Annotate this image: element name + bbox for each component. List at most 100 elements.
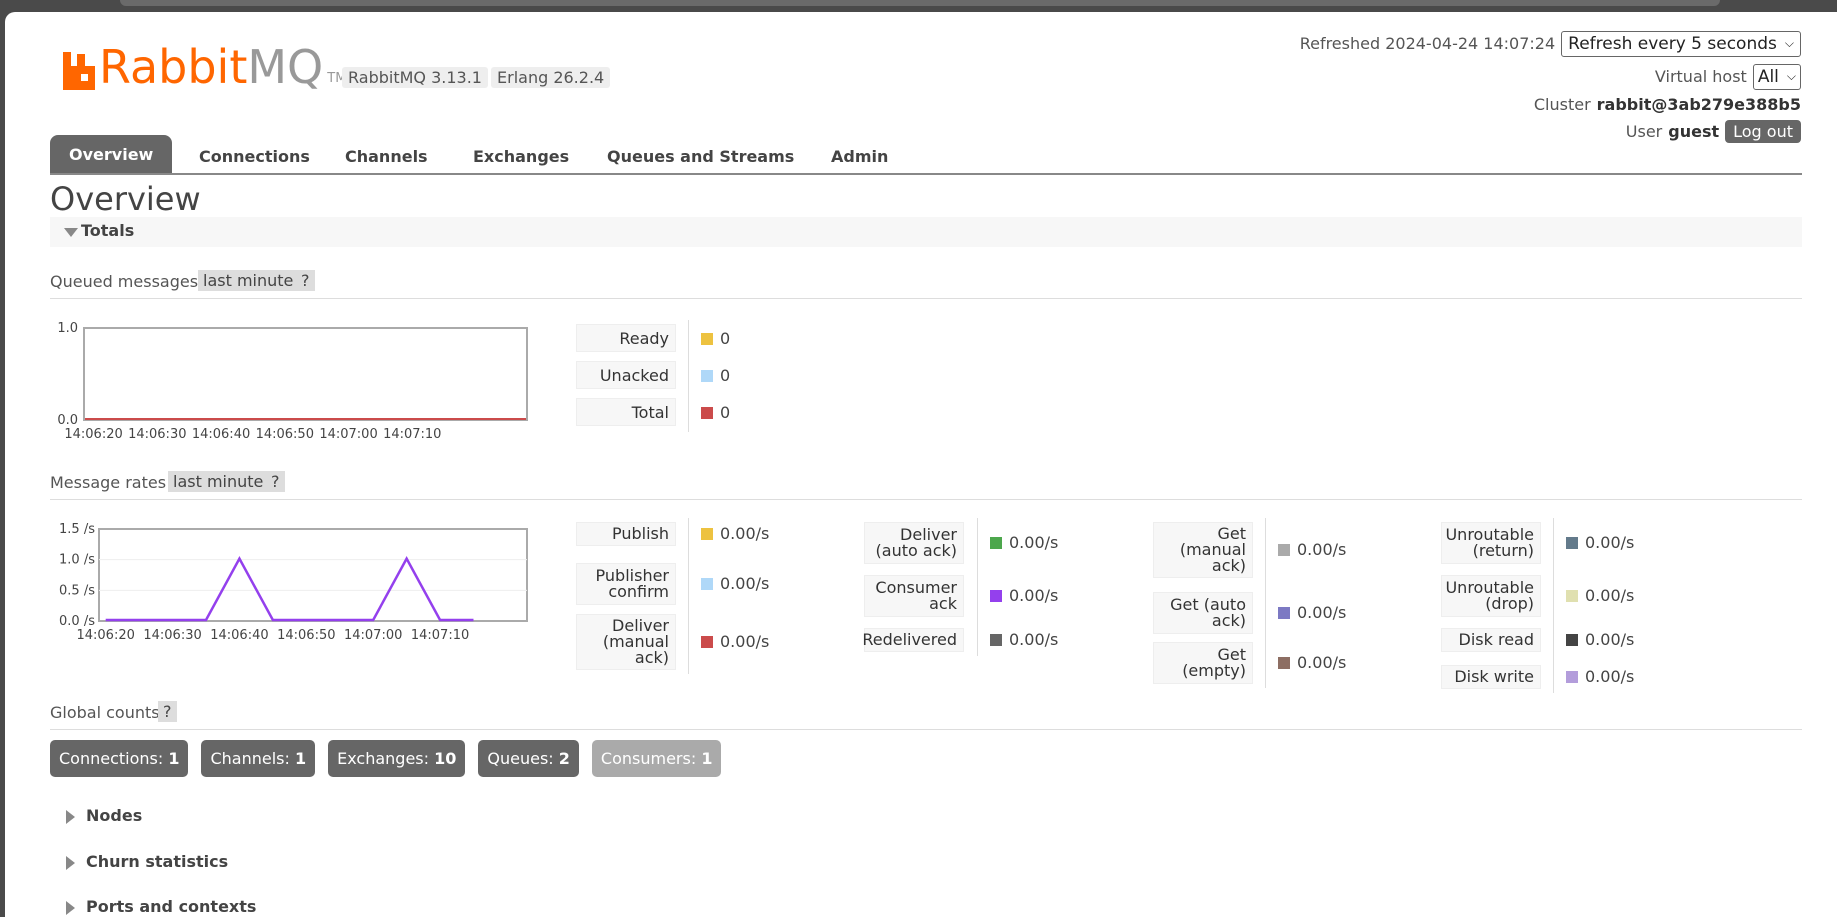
legend-value-unroutable-drop: 0.00/s (1566, 586, 1634, 605)
main-nav-tabs: Overview Connections Channels Exchanges … (50, 135, 1802, 175)
page-title: Overview (50, 180, 201, 218)
x-tick-label: 14:07:10 (383, 427, 441, 442)
legend-value-text: 0.00/s (1585, 630, 1635, 649)
legend-value-text: 0.00/s (1297, 653, 1347, 672)
legend-swatch (1566, 536, 1578, 549)
y-tick-label: 1.5 /s (59, 522, 95, 537)
legend-label-get-manual-ack: Get (manual ack) (1153, 522, 1253, 578)
rabbitmq-logo[interactable]: RabbitMQ TM (63, 44, 346, 90)
legend-label-unroutable-drop: Unroutable (drop) (1441, 575, 1541, 617)
legend-value-disk-read: 0.00/s (1566, 630, 1634, 649)
x-tick-label: 14:06:40 (192, 427, 250, 442)
legend-swatch (1278, 656, 1290, 669)
tab-queues-and-streams[interactable]: Queues and Streams (607, 147, 794, 166)
tab-exchanges[interactable]: Exchanges (473, 147, 569, 166)
legend-label-unroutable-return: Unroutable (return) (1441, 522, 1541, 564)
legend-label-consumer-ack: Consumer ack (864, 575, 964, 617)
legend-value-deliver-manual-ack: 0.00/s (701, 632, 769, 651)
legend-swatch (701, 635, 713, 648)
legend-label-deliver-auto-ack: Deliver (auto ack) (864, 522, 964, 564)
virtual-host-label: Virtual host (1654, 67, 1747, 86)
legend-label-get-empty: Get (empty) (1153, 642, 1253, 684)
legend-value-text: 0.00/s (1585, 667, 1635, 686)
legend-value-consumer-ack: 0.00/s (990, 586, 1058, 605)
global-counts-title: Global counts (50, 703, 160, 722)
erlang-version-badge: Erlang 26.2.4 (491, 67, 611, 88)
legend-value-unacked: 0 (701, 366, 730, 385)
legend-value-text: 0 (720, 329, 731, 348)
refreshed-timestamp: Refreshed 2024-04-24 14:07:24 (1299, 34, 1556, 53)
queued-messages-chart: 0.0 1.0 14:06:20 14:06:30 14:06:40 14:06:50 14… (57, 321, 528, 442)
legend-swatch (1278, 606, 1290, 619)
legend-label-redelivered: Redelivered (862, 628, 964, 652)
totals-section-toggle[interactable]: Totals (50, 217, 1802, 247)
legend-value-text: 0 (720, 366, 731, 385)
legend-label-total: Total (576, 398, 676, 426)
legend-label-publisher-confirm: Publisher confirm (576, 563, 676, 605)
count-connections-button[interactable]: Connections: 1 (50, 740, 189, 777)
legend-separator (688, 320, 689, 432)
legend-swatch (701, 332, 713, 345)
tab-channels[interactable]: Channels (345, 147, 428, 166)
legend-swatch (1566, 633, 1578, 646)
legend-value-text: 0.00/s (1585, 586, 1635, 605)
legend-label-deliver-manual-ack: Deliver (manual ack) (576, 614, 676, 670)
queued-range-badge[interactable]: last minute (198, 270, 299, 291)
count-consumers-button[interactable]: Consumers: 1 (591, 740, 722, 777)
y-tick-label: 0.5 /s (59, 583, 95, 598)
tab-connections[interactable]: Connections (199, 147, 310, 166)
virtual-host-select[interactable]: All ⌵ (1752, 63, 1801, 90)
legend-value-text: 0.00/s (720, 574, 770, 593)
y-tick-label: 1.0 /s (59, 553, 95, 568)
legend-value-deliver-auto-ack: 0.00/s (990, 533, 1058, 552)
x-tick-label: 14:07:10 (411, 628, 469, 643)
page: RabbitMQ TM RabbitMQ 3.13.1 Erlang 26.2.… (5, 12, 1837, 917)
x-tick-label: 14:07:00 (319, 427, 377, 442)
totals-section-label: Totals (81, 221, 135, 240)
legend-value-publish: 0.00/s (701, 524, 769, 543)
legend-label-publish: Publish (576, 522, 676, 546)
legend-value-text: 0.00/s (720, 632, 770, 651)
count-label: Queues: (487, 749, 559, 768)
legend-value-get-empty: 0.00/s (1278, 653, 1346, 672)
tab-overview[interactable]: Overview (50, 135, 173, 173)
legend-separator (977, 518, 978, 656)
legend-label-get-auto-ack: Get (auto ack) (1153, 592, 1253, 634)
global-counts-help-button[interactable]: ? (158, 701, 177, 722)
count-value: 10 (434, 749, 457, 768)
legend-value-total: 0 (701, 403, 730, 422)
tab-admin[interactable]: Admin (831, 147, 888, 166)
header-info: Refreshed 2024-04-24 14:07:24 Refresh ev… (1300, 29, 1801, 145)
triangle-down-icon (64, 228, 78, 237)
legend-swatch (701, 527, 713, 540)
count-channels-button[interactable]: Channels: 1 (201, 740, 316, 777)
legend-label-disk-read: Disk read (1441, 628, 1541, 652)
queued-help-button[interactable]: ? (296, 270, 315, 291)
rabbit-logo-icon (63, 52, 95, 90)
count-queues-button[interactable]: Queues: 2 (478, 740, 579, 777)
logo-wordmark: RabbitMQ (99, 40, 324, 94)
legend-swatch (1278, 543, 1290, 556)
triangle-right-icon (66, 856, 75, 870)
rabbitmq-version-badge: RabbitMQ 3.13.1 (342, 67, 488, 88)
legend-value-text: 0.00/s (720, 524, 770, 543)
queued-messages-title: Queued messages (50, 272, 199, 291)
count-value: 1 (168, 749, 180, 768)
legend-value-text: 0.00/s (1009, 533, 1059, 552)
count-exchanges-button[interactable]: Exchanges: 10 (328, 740, 466, 777)
count-value: 2 (558, 749, 570, 768)
rates-help-button[interactable]: ? (266, 471, 285, 492)
rates-range-badge[interactable]: last minute (168, 471, 269, 492)
count-label: Exchanges: (337, 749, 435, 768)
browser-tab-strip (120, 0, 1720, 6)
message-rates-title: Message rates (50, 473, 167, 492)
legend-value-text: 0.00/s (1009, 630, 1059, 649)
refresh-interval-select[interactable]: Refresh every 5 seconds ⌵ (1561, 30, 1801, 57)
global-counts-header: Global counts ? (50, 701, 1802, 730)
legend-value-get-manual-ack: 0.00/s (1278, 540, 1346, 559)
legend-value-redelivered: 0.00/s (990, 630, 1058, 649)
legend-swatch (990, 536, 1002, 549)
legend-value-text: 0.00/s (1297, 540, 1347, 559)
global-counts-list: Connections: 1 Channels: 1 Exchanges: 10 Qu… (50, 740, 728, 777)
legend-swatch (701, 406, 713, 419)
